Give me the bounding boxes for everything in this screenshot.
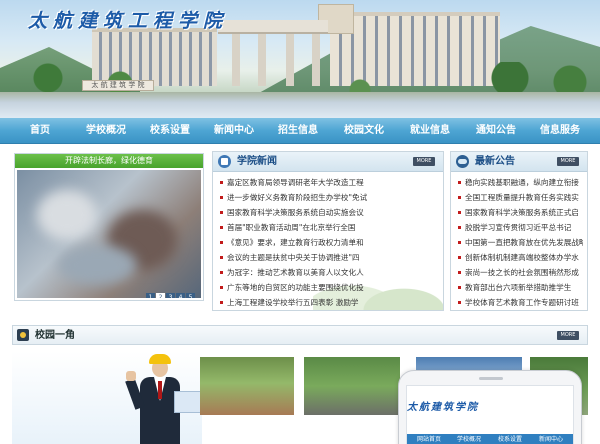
campus-ground — [0, 92, 600, 118]
notice-item[interactable]: 创新体制机制建高端校整体办学水 — [457, 250, 583, 265]
news-more-button[interactable]: MORE — [413, 157, 435, 166]
campus-section-title: 校园一角 — [35, 330, 75, 341]
news-item[interactable]: 上海工程建设学校举行五四表彰 激励学 — [219, 295, 439, 310]
news-item[interactable]: 国家教育科学决策服务系统自动实施会议 — [219, 205, 439, 220]
notice-item[interactable]: 学校体育艺术教育工作专题研讨班 — [457, 295, 583, 310]
gallery-photo[interactable] — [200, 357, 294, 415]
notice-item[interactable]: 稳向实践基职融通，纵向建立衔接 — [457, 175, 583, 190]
notice-item[interactable]: 教育部出台六项新举措助推学生 — [457, 280, 583, 295]
person-tie — [158, 381, 162, 399]
notices-panel-title: 最新公告 — [475, 156, 515, 167]
site-logo[interactable]: 太航建筑工程学院 — [28, 6, 228, 33]
notice-item[interactable]: 全国工程质量提升教育任务实践实 — [457, 190, 583, 205]
phone-nav-item-news[interactable]: 新闻中心 — [531, 434, 571, 444]
phone-nav: 网站首页 学校概况 校系设置 新闻中心 — [407, 434, 573, 444]
mobile-phone-mockup: 网站首页 学校概况 校系设置 新闻中心 太航建筑学院 — [398, 370, 582, 444]
phone-nav-item-home[interactable]: 网站首页 — [409, 434, 449, 444]
campus-gate — [218, 20, 328, 34]
news-item[interactable]: 为冠字：推动艺术教育以美育人以文化人 — [219, 265, 439, 280]
camera-icon — [17, 329, 29, 341]
nav-item-admissions[interactable]: 招生信息 — [272, 118, 324, 144]
phone-screen: 网站首页 学校概况 校系设置 新闻中心 — [406, 385, 574, 444]
campus-section-header: 校园一角 MORE — [12, 325, 588, 345]
nav-item-home[interactable]: 首页 — [18, 118, 62, 144]
slider-image[interactable]: 12345 — [17, 170, 201, 298]
gallery-photo[interactable] — [304, 357, 400, 415]
phone-nav-item-departments[interactable]: 校系设置 — [490, 434, 530, 444]
blur-shape — [37, 190, 97, 240]
phone-logo: 太航建筑学院 — [407, 402, 479, 413]
campus-sign: 太 航 建 筑 学 院 — [82, 80, 154, 91]
nav-item-notices[interactable]: 通知公告 — [470, 118, 522, 144]
slider-dot-active[interactable]: 2 — [156, 293, 165, 298]
slider-dot[interactable]: 1 — [146, 293, 155, 298]
notices-list: 稳向实践基职融通，纵向建立衔接 全国工程质量提升教育任务实践实 国家教育科学决策… — [451, 172, 587, 310]
slider-dots: 12345 — [145, 284, 195, 298]
person-fist — [126, 371, 136, 381]
page: 太 航 建 筑 学 院 太航建筑工程学院 首页 学校概况 校系设置 新闻中心 招… — [0, 0, 600, 444]
news-item[interactable]: 进一步做好义务教育阶段招生办学校"免试 — [219, 190, 439, 205]
nav-item-employment[interactable]: 就业信息 — [404, 118, 456, 144]
nav-item-overview[interactable]: 学校概况 — [80, 118, 132, 144]
slider-dot[interactable]: 3 — [166, 293, 175, 298]
notice-item[interactable]: 崇尚一技之长的社会氛围稍然形成 — [457, 265, 583, 280]
news-item[interactable]: 广东等地的自贸区的功能主要围绕优化投 — [219, 280, 439, 295]
slider-caption: 开辟法制长廊，绿化德育 — [15, 154, 203, 168]
phone-speaker — [479, 377, 503, 380]
blur-shape — [57, 245, 137, 285]
promo-banner[interactable] — [12, 351, 202, 444]
nav-item-culture[interactable]: 校园文化 — [338, 118, 390, 144]
slider-dot[interactable]: 4 — [176, 293, 185, 298]
notices-panel-header: 最新公告 MORE — [451, 152, 587, 172]
news-panel: 学院新闻 MORE 嘉定区教育局领导调研老年大学改造工程 进一步做好义务教育阶段… — [212, 151, 444, 311]
campus-more-button[interactable]: MORE — [557, 331, 579, 340]
news-icon — [218, 155, 231, 168]
slider-dot[interactable]: 5 — [186, 293, 195, 298]
hard-hat-icon — [149, 354, 171, 364]
phone-nav-item-overview[interactable]: 学校概况 — [449, 434, 489, 444]
news-list: 嘉定区教育局领导调研老年大学改造工程 进一步做好义务教育阶段招生办学校"免试 国… — [213, 172, 443, 310]
image-slider[interactable]: 开辟法制长廊，绿化德育 12345 — [14, 153, 204, 301]
news-item[interactable]: 首届"职业教育活动周"在北京举行全国 — [219, 220, 439, 235]
nav-item-departments[interactable]: 校系设置 — [144, 118, 196, 144]
nav-item-services[interactable]: 信息服务 — [534, 118, 586, 144]
news-item[interactable]: 《意见》要求，建立教育行政权力清单和 — [219, 235, 439, 250]
nav-item-news[interactable]: 新闻中心 — [208, 118, 260, 144]
notice-item[interactable]: 中国第一直把教育放在优先发展战略 — [457, 235, 583, 250]
chat-bubble-icon — [456, 155, 469, 168]
news-panel-header: 学院新闻 MORE — [213, 152, 443, 172]
notice-item[interactable]: 国家教育科学决策服务系统正式启 — [457, 205, 583, 220]
news-item[interactable]: 会议的主题是扶贫中央关于协调推进"四 — [219, 250, 439, 265]
notice-item[interactable]: 胶脱学习宣传贯彻习近平总书记 — [457, 220, 583, 235]
news-item[interactable]: 嘉定区教育局领导调研老年大学改造工程 — [219, 175, 439, 190]
main-nav: 首页 学校概况 校系设置 新闻中心 招生信息 校园文化 就业信息 通知公告 信息… — [0, 118, 600, 144]
news-panel-title: 学院新闻 — [237, 156, 277, 167]
notices-more-button[interactable]: MORE — [557, 157, 579, 166]
header-banner: 太 航 建 筑 学 院 太航建筑工程学院 — [0, 0, 600, 118]
notices-panel: 最新公告 MORE 稳向实践基职融通，纵向建立衔接 全国工程质量提升教育任务实践… — [450, 151, 588, 311]
blueprint — [174, 391, 202, 413]
